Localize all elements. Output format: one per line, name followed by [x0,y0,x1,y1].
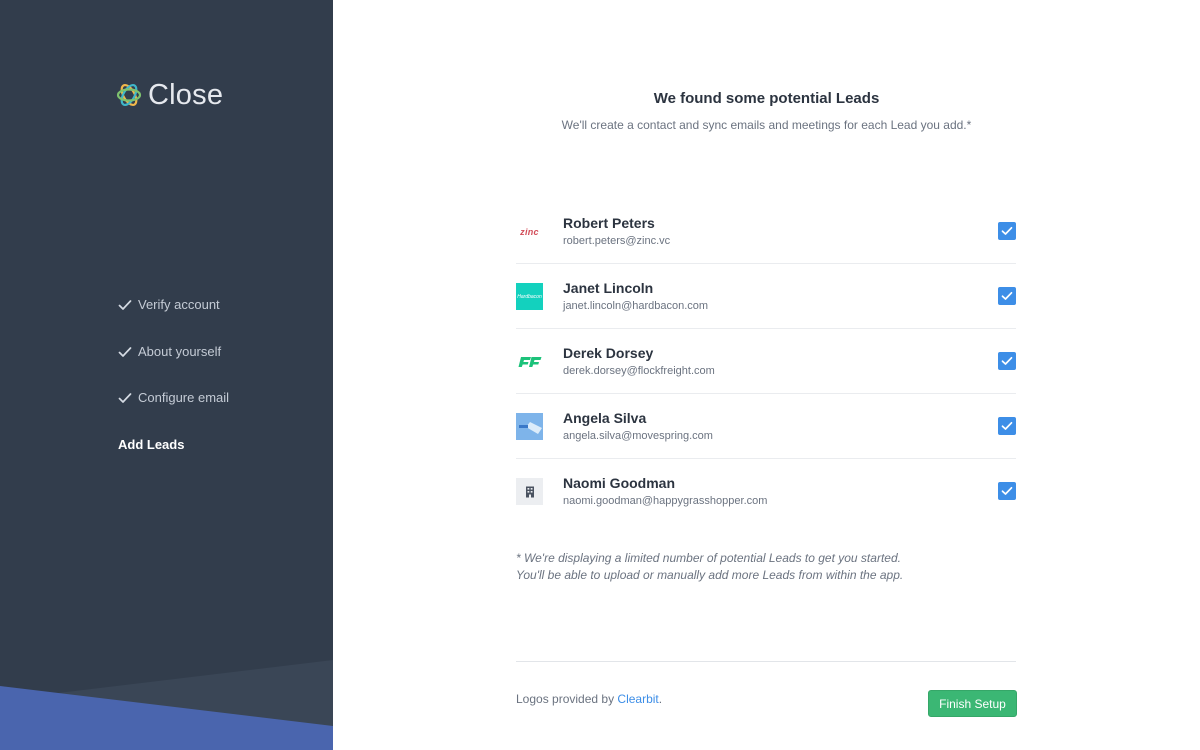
step-add-leads: Add Leads [118,437,229,453]
hardbacon-logo-icon: Hardbacon [516,283,543,310]
check-icon [118,346,132,357]
brand-name: Close [148,78,224,111]
lead-name: Derek Dorsey [563,345,654,361]
checkmark-icon [1001,356,1013,365]
credit-prefix: Logos provided by [516,692,618,706]
lead-checkbox[interactable] [998,352,1016,370]
checkmark-icon [1001,421,1013,430]
main-panel: We found some potential Leads We'll crea… [333,0,1200,750]
lead-email: derek.dorsey@flockfreight.com [563,365,715,377]
zinc-logo-icon: zinc [516,218,543,245]
check-icon [118,393,132,403]
checkmark-icon [1001,486,1013,495]
lead-checkbox[interactable] [998,482,1016,500]
setup-steps: Verify account About yourself Configure … [118,297,229,483]
building-icon [516,478,543,505]
sidebar: Close Verify account About yourself Conf… [0,0,333,750]
step-label: Add Leads [118,436,185,452]
note-line-2: You'll be able to upload or manually add… [516,568,904,582]
step-configure-email: Configure email [118,390,229,406]
lead-name: Janet Lincoln [563,280,654,296]
step-label: Configure email [138,390,230,405]
credit-suffix: . [658,692,663,706]
lead-email: robert.peters@zinc.vc [563,235,671,247]
checkmark-icon [1001,226,1013,235]
close-logo: Close [116,80,223,110]
lead-name: Robert Peters [563,215,655,231]
list-item: Hardbacon Janet Lincoln janet.lincoln@ha… [516,264,1016,329]
list-item: zinc Robert Peters robert.peters@zinc.vc [516,199,1016,264]
logo-credit: Logos provided by Clearbit. [516,692,662,706]
page-title: We found some potential Leads [653,90,880,107]
step-verify-account: Verify account [118,297,229,313]
leads-list: zinc Robert Peters robert.peters@zinc.vc… [516,199,1016,524]
lead-checkbox[interactable] [998,287,1016,305]
hardbacon-logo-text: Hardbacon [517,293,542,300]
list-item: Naomi Goodman naomi.goodman@happygrassho… [516,459,1016,524]
flockfreight-logo-icon [516,348,543,375]
footer-divider [516,661,1016,662]
step-label: Verify account [138,297,220,312]
list-item: Angela Silva angela.silva@movespring.com [516,394,1016,459]
lead-checkbox[interactable] [998,417,1016,435]
lead-email: janet.lincoln@hardbacon.com [563,300,709,312]
step-about-yourself: About yourself [118,344,229,360]
zinc-logo-text: zinc [520,226,539,237]
clearbit-link[interactable]: Clearbit [617,692,658,706]
list-item: Derek Dorsey derek.dorsey@flockfreight.c… [516,329,1016,394]
note-line-1: * We're displaying a limited number of p… [516,551,901,565]
limited-leads-note: * We're displaying a limited number of p… [516,550,903,584]
page-subtitle: We'll create a contact and sync emails a… [561,118,972,132]
lead-email: naomi.goodman@happygrasshopper.com [563,495,768,507]
close-logo-icon [116,83,142,107]
movespring-logo-icon [516,413,543,440]
checkmark-icon [1001,291,1013,300]
lead-name: Naomi Goodman [563,475,676,491]
check-icon [118,300,132,310]
lead-name: Angela Silva [563,410,647,426]
lead-email: angela.silva@movespring.com [563,430,713,442]
step-label: About yourself [138,343,222,359]
lead-checkbox[interactable] [998,222,1016,240]
finish-setup-button[interactable]: Finish Setup [928,690,1017,717]
